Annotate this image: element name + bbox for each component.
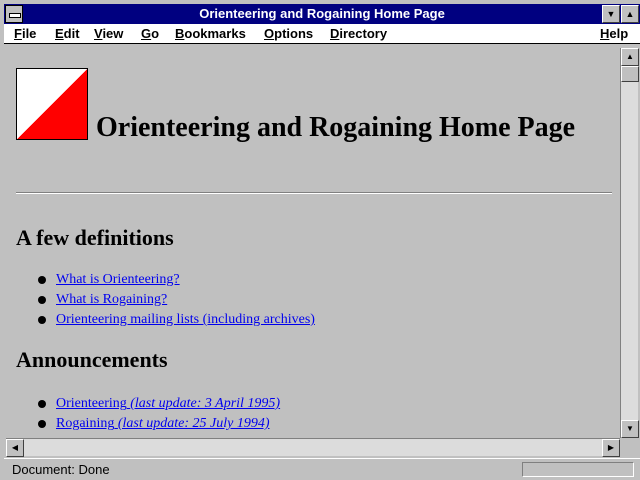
link-what-is-rogaining[interactable]: What is Rogaining? — [56, 292, 167, 307]
link-what-is-orienteering[interactable]: What is Orienteering? — [56, 272, 180, 287]
link-rogaining-announcement[interactable]: Rogaining (last update: 25 July 1994) — [56, 416, 269, 431]
menu-view[interactable]: View — [94, 26, 123, 41]
scroll-up-arrow-icon[interactable]: ▲ — [621, 48, 639, 66]
last-update-text: (last update: 25 July 1994) — [117, 416, 270, 431]
page-title: Orienteering and Rogaining Home Page — [96, 112, 576, 143]
minimize-button[interactable]: ▼ — [602, 5, 620, 23]
scroll-left-arrow-icon[interactable]: ◀ — [6, 439, 24, 457]
list-item: Rogaining (last update: 25 July 1994) — [36, 414, 280, 434]
list-item: Orienteering (last update: 3 April 1995) — [36, 394, 280, 414]
vertical-scrollbar[interactable]: ▲ ▼ — [620, 48, 639, 438]
menu-go[interactable]: Go — [141, 26, 159, 41]
definitions-list: What is Orienteering? What is Rogaining?… — [36, 270, 315, 330]
menu-directory[interactable]: Directory — [330, 26, 387, 41]
announcements-list: Orienteering (last update: 3 April 1995)… — [36, 394, 280, 434]
browser-window: Orienteering and Rogaining Home Page ▼ ▲… — [0, 0, 640, 480]
definitions-heading: A few definitions — [16, 225, 174, 250]
scroll-right-arrow-icon[interactable]: ▶ — [602, 439, 620, 457]
menu-bookmarks[interactable]: Bookmarks — [175, 26, 246, 41]
last-update-text: (last update: 3 April 1995) — [130, 396, 281, 411]
menu-options[interactable]: Options — [264, 26, 313, 41]
link-mailing-lists[interactable]: Orienteering mailing lists (including ar… — [56, 312, 315, 327]
maximize-button[interactable]: ▲ — [621, 5, 639, 23]
progress-indicator — [522, 462, 634, 477]
title-bar[interactable]: Orienteering and Rogaining Home Page ▼ ▲ — [4, 4, 640, 24]
list-item: Orienteering mailing lists (including ar… — [36, 310, 315, 330]
menu-bar: File Edit View Go Bookmarks Options Dire… — [4, 24, 640, 44]
menu-help[interactable]: Help — [600, 26, 628, 41]
page-content: Orienteering and Rogaining Home Page A f… — [6, 48, 619, 438]
list-item: What is Orienteering? — [36, 270, 315, 290]
status-text: Document: Done — [12, 462, 110, 477]
vertical-scroll-thumb[interactable] — [621, 66, 639, 82]
announcements-heading: Announcements — [16, 347, 168, 372]
window-title: Orienteering and Rogaining Home Page — [199, 6, 445, 21]
horizontal-rule — [16, 192, 612, 194]
link-label: Orienteering — [56, 396, 127, 411]
status-bar: Document: Done — [4, 458, 640, 480]
horizontal-scrollbar[interactable]: ◀ ▶ — [6, 438, 620, 457]
scrollbar-corner — [620, 438, 638, 456]
link-orienteering-announcement[interactable]: Orienteering (last update: 3 April 1995) — [56, 396, 280, 411]
scroll-down-arrow-icon[interactable]: ▼ — [621, 420, 639, 438]
menu-edit[interactable]: Edit — [55, 26, 80, 41]
menu-file[interactable]: File — [14, 26, 36, 41]
link-label: Rogaining — [56, 416, 115, 431]
list-item: What is Rogaining? — [36, 290, 315, 310]
